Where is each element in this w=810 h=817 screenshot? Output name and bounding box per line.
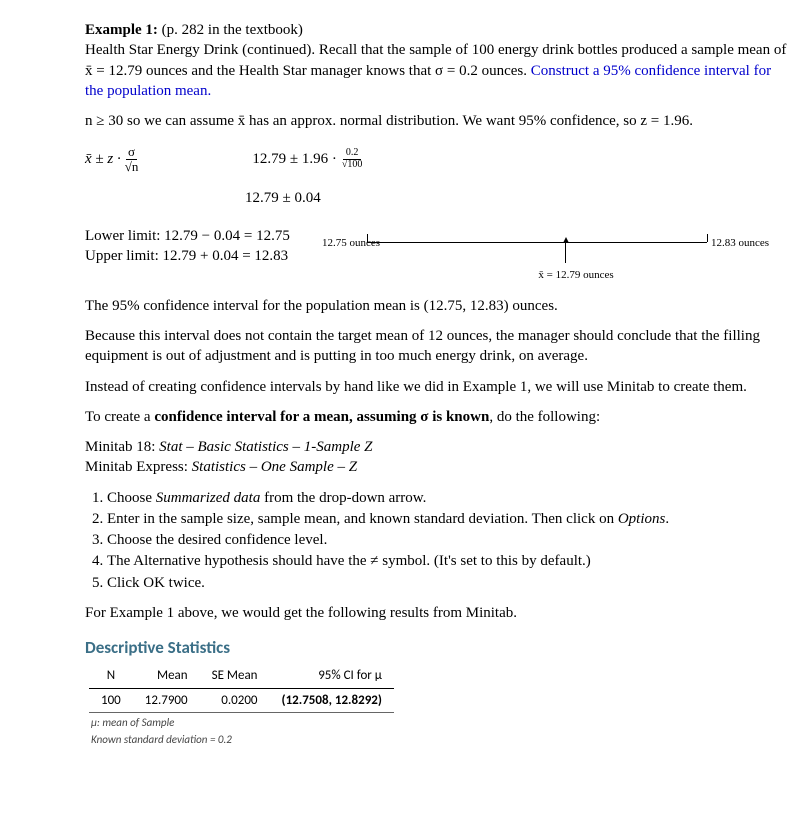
conclusion-interpretation: Because this interval does not contain t… — [85, 326, 790, 367]
conclusion-minitab: Instead of creating confidence intervals… — [85, 377, 790, 397]
list-item: Click OK twice. — [107, 573, 790, 593]
assumption-line: n ≥ 30 so we can assume x̄ has an approx… — [85, 111, 790, 131]
list-item: Enter in the sample size, sample mean, a… — [107, 509, 790, 529]
table-row: 100 12.7900 0.0200 (12.7508, 12.8292) — [89, 688, 394, 713]
list-item: Choose the desired confidence level. — [107, 530, 790, 550]
results-lead: For Example 1 above, we would get the fo… — [85, 603, 790, 623]
fraction-sigma-over-rootn: σ √n — [123, 145, 141, 173]
limits-and-diagram: Lower limit: 12.79 − 0.04 = 12.75 Upper … — [85, 226, 790, 284]
list-item: Choose Summarized data from the drop-dow… — [107, 488, 790, 508]
table-footnote-1: μ: mean of Sample — [91, 716, 790, 730]
table-header-row: N Mean SE Mean 95% CI for μ — [89, 664, 394, 688]
page-ref: (p. 282 in the textbook) — [162, 22, 303, 38]
list-item: The Alternative hypothesis should have t… — [107, 551, 790, 571]
formula-general: x̄ ± z · σ √n 12.79 ± 1.96 · 0.2 √100 — [85, 145, 790, 173]
steps-list: Choose Summarized data from the drop-dow… — [85, 488, 790, 593]
table-footnote-2: Known standard deviation = 0.2 — [91, 733, 790, 747]
arrow-up-icon — [565, 243, 566, 263]
minitab-menus: Minitab 18: Stat – Basic Statistics – 1-… — [85, 437, 790, 478]
howto-lead: To create a confidence interval for a me… — [85, 407, 790, 427]
fraction-numeric: 0.2 √100 — [339, 148, 366, 170]
conclusion-interval: The 95% confidence interval for the popu… — [85, 296, 790, 316]
example-header: Example 1: (p. 282 in the textbook) Heal… — [85, 20, 790, 101]
example-label: Example 1: — [85, 22, 158, 38]
formula-result: 12.79 ± 0.04 — [245, 188, 790, 208]
number-line-diagram: 12.75 ounces 12.83 ounces x̄ = 12.79 oun… — [355, 226, 735, 284]
descriptive-stats-heading: Descriptive Statistics — [85, 637, 790, 660]
minitab-output-table: N Mean SE Mean 95% CI for μ 100 12.7900 … — [89, 664, 394, 713]
